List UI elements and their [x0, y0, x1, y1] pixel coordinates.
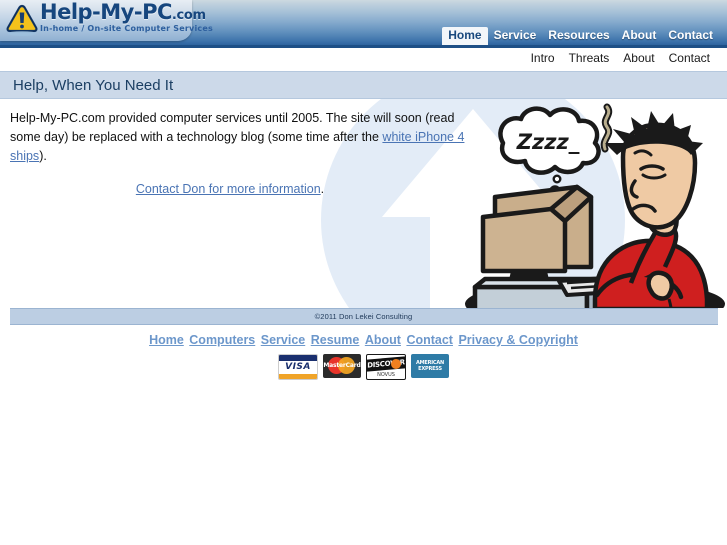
contact-paragraph: Contact Don for more information. [0, 182, 460, 196]
footer-link-resume[interactable]: Resume [311, 333, 360, 347]
logo-title: Help-My-PC.com [40, 2, 213, 23]
copyright-text: ©2011 Don Lekei Consulting [314, 312, 413, 321]
visa-top-band [279, 355, 317, 361]
subnav-item-intro[interactable]: Intro [524, 51, 562, 65]
intro-text-part2: ). [39, 149, 47, 163]
footer-link-privacy-copyright[interactable]: Privacy & Copyright [458, 333, 577, 347]
nav-item-service[interactable]: Service [488, 27, 543, 45]
site-footer: ©2011 Don Lekei Consulting Home Computer… [0, 308, 727, 380]
warning-triangle-icon [6, 3, 38, 37]
subnav-item-about[interactable]: About [616, 51, 661, 65]
footer-link-computers[interactable]: Computers [189, 333, 255, 347]
logo-text: Help-My-PC.com In-home / On-site Compute… [40, 2, 213, 33]
footer-link-about[interactable]: About [365, 333, 401, 347]
main-navigation[interactable]: Home Service Resources About Contact [442, 27, 719, 45]
contact-don-link[interactable]: Contact Don for more information [136, 182, 321, 196]
footer-link-service[interactable]: Service [261, 333, 305, 347]
page-title-bar: Help, When You Need It [0, 71, 727, 99]
subnav-item-contact[interactable]: Contact [662, 51, 717, 65]
nav-item-contact[interactable]: Contact [662, 27, 719, 45]
footer-navigation[interactable]: Home Computers Service Resume About Cont… [0, 333, 727, 347]
nav-item-resources[interactable]: Resources [542, 27, 615, 45]
discover-card-logo: DISCOVER NOVUS [366, 354, 406, 380]
thought-bubble-text: Zzzz_ [516, 130, 580, 154]
discover-orb-icon [391, 359, 401, 369]
subnav-item-threats[interactable]: Threats [562, 51, 617, 65]
nav-item-about[interactable]: About [616, 27, 663, 45]
discover-sublabel: NOVUS [377, 372, 395, 378]
visa-label: VISA [285, 362, 311, 372]
accepted-cards: VISA MasterCard DISCOVER NOVUS AMERICAN … [0, 354, 727, 380]
logo-plate[interactable]: Help-My-PC.com In-home / On-site Compute… [0, 0, 213, 41]
sleeping-man-at-computer-cartoon: Zzzz_ [455, 99, 727, 308]
amex-label: AMERICAN EXPRESS [415, 360, 445, 372]
amex-card-logo: AMERICAN EXPRESS [411, 354, 449, 378]
site-header: Help-My-PC.com In-home / On-site Compute… [0, 0, 727, 48]
mastercard-label: MasterCard [323, 362, 361, 369]
intro-paragraph: Help-My-PC.com provided computer service… [0, 99, 470, 166]
page-title: Help, When You Need It [13, 76, 174, 94]
copyright-bar: ©2011 Don Lekei Consulting [9, 308, 718, 325]
logo-tagline: In-home / On-site Computer Services [40, 24, 213, 33]
visa-card-logo: VISA [278, 354, 318, 380]
footer-link-contact[interactable]: Contact [406, 333, 453, 347]
logo-tld: .com [171, 8, 206, 23]
mastercard-card-logo: MasterCard [323, 354, 361, 378]
footer-link-home[interactable]: Home [149, 333, 184, 347]
sub-navigation[interactable]: Intro Threats About Contact [0, 48, 727, 68]
visa-bottom-band [279, 374, 317, 379]
main-content: Help-My-PC.com provided computer service… [0, 99, 727, 308]
contact-period: . [320, 182, 325, 196]
logo-brand-name: Help-My-PC [40, 0, 172, 24]
nav-item-home[interactable]: Home [442, 27, 488, 45]
logo[interactable]: Help-My-PC.com In-home / On-site Compute… [6, 2, 213, 37]
